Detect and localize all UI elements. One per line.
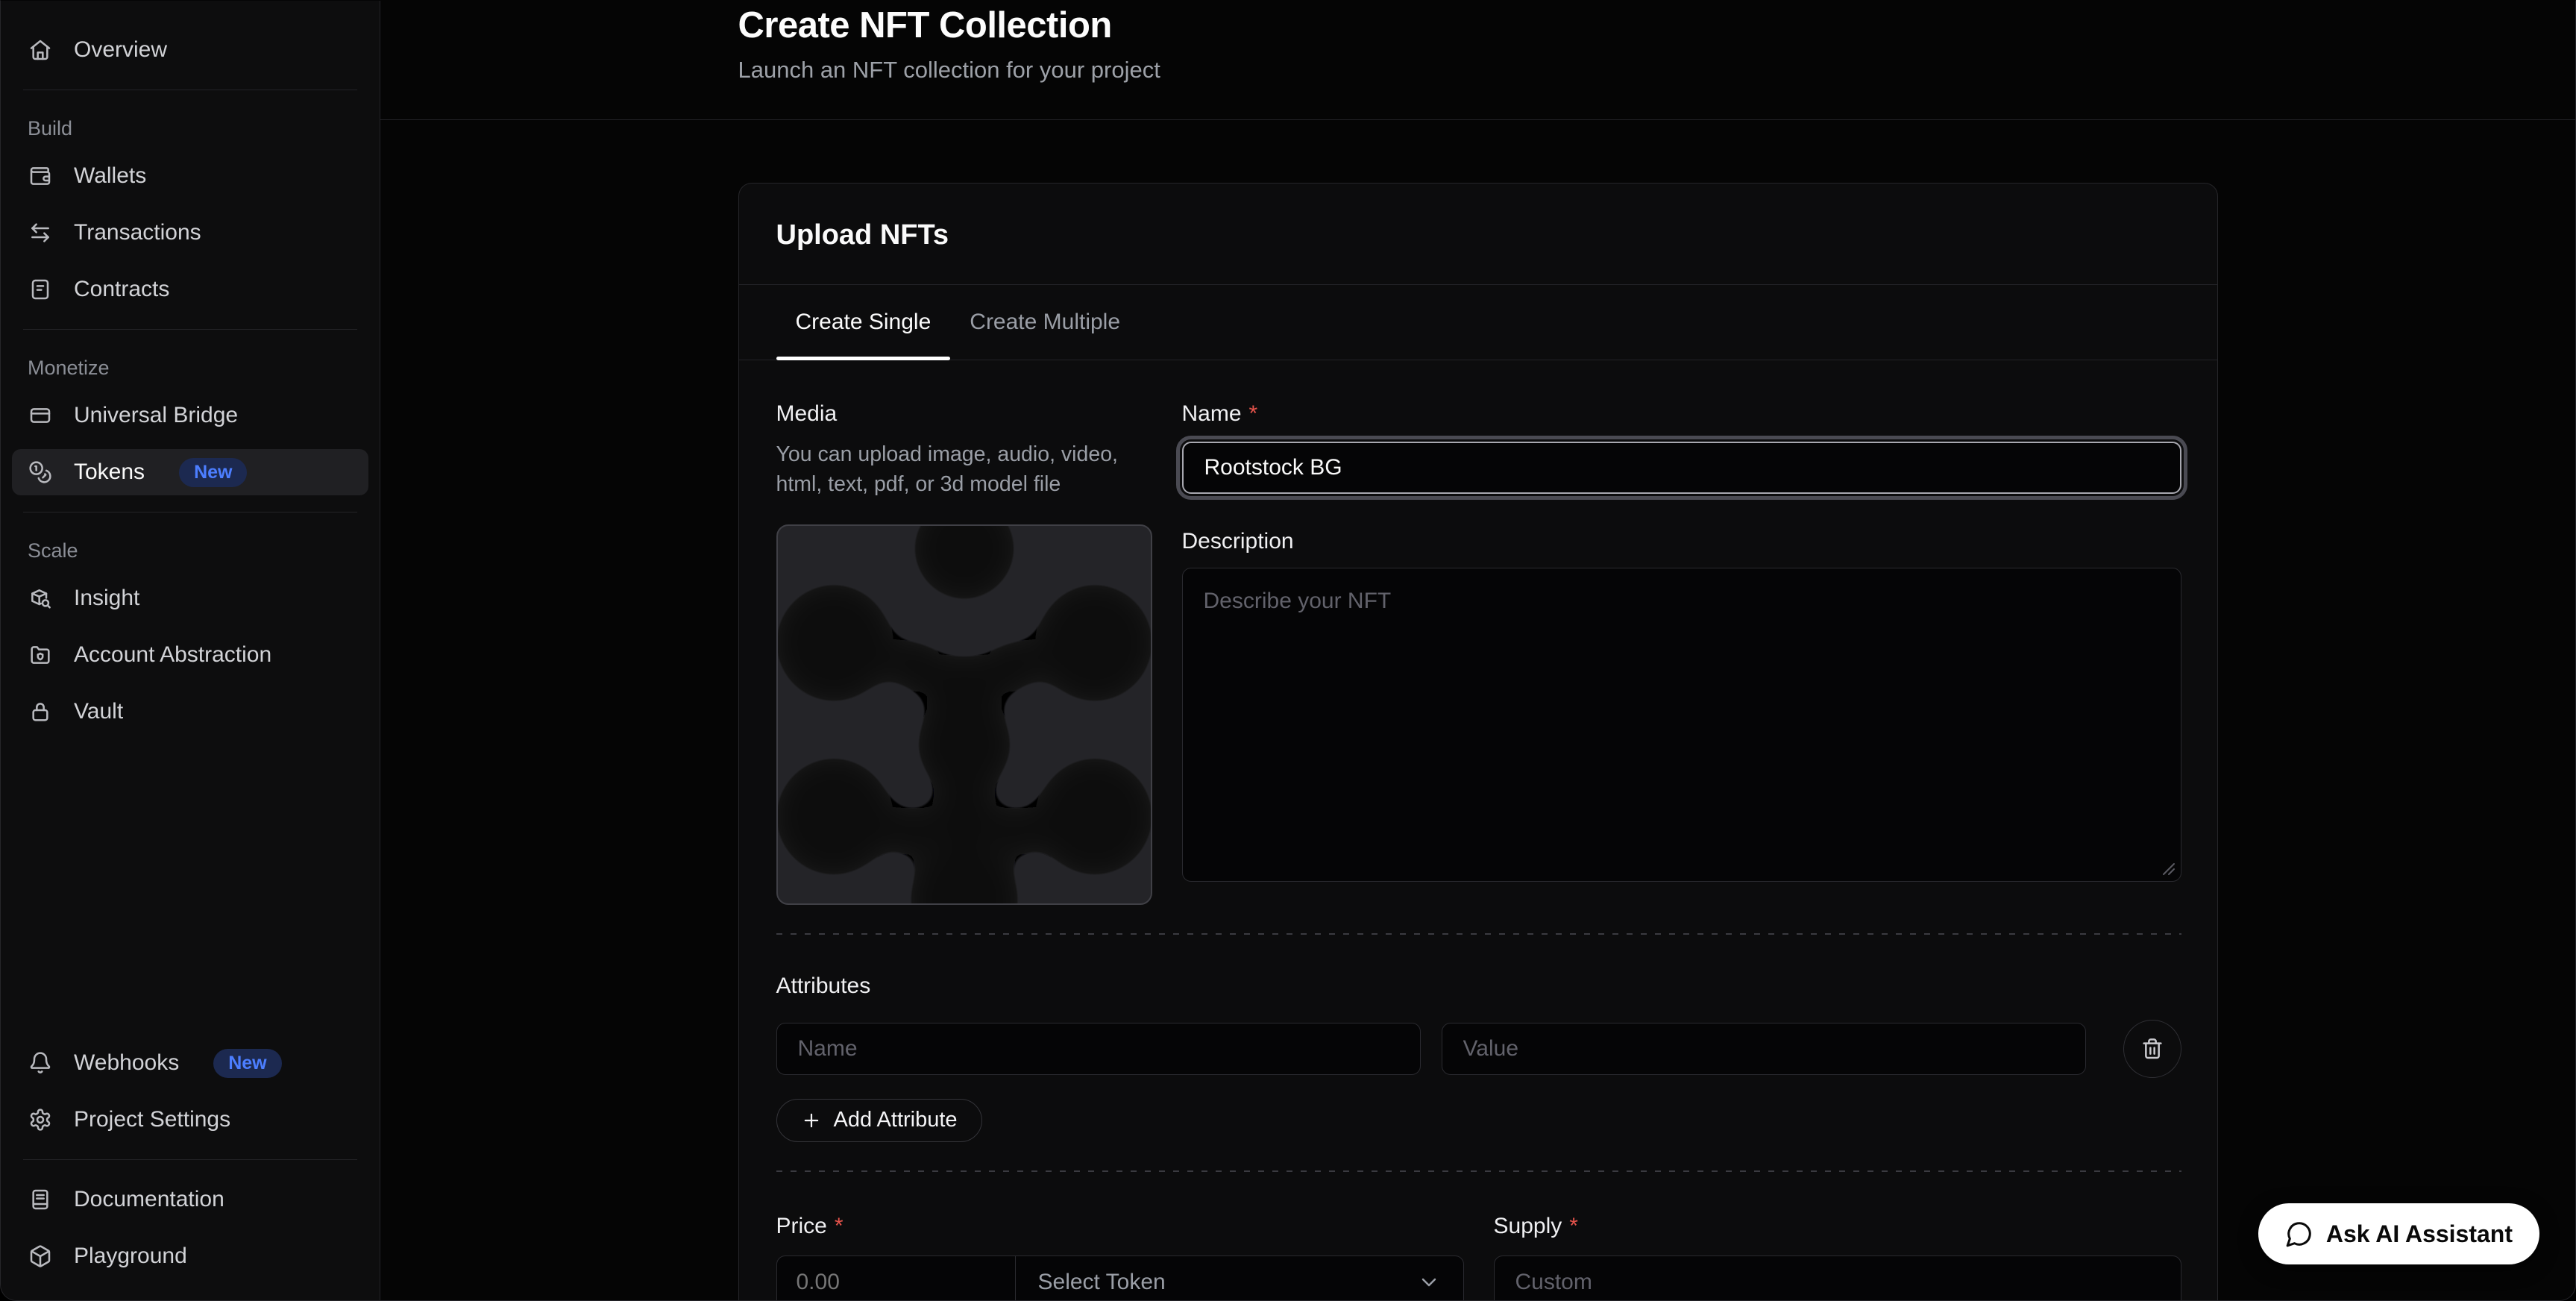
page-header: Create NFT Collection Launch an NFT coll… — [738, 1, 2218, 84]
sidebar-item-label: Webhooks — [74, 1050, 179, 1076]
price-amount-input[interactable] — [777, 1256, 1016, 1300]
supply-field: Supply* — [1494, 1214, 2181, 1300]
price-label: Price* — [776, 1214, 1464, 1239]
bell-icon — [28, 1050, 53, 1076]
sidebar-section-build: Build — [1, 117, 380, 140]
required-marker: * — [835, 1214, 844, 1238]
book-icon — [28, 1187, 53, 1212]
card-title: Upload NFTs — [776, 219, 2180, 251]
sidebar-item-label: Documentation — [74, 1187, 224, 1212]
sidebar-item-account-abstraction[interactable]: Account Abstraction — [12, 632, 368, 678]
main-content: Create NFT Collection Launch an NFT coll… — [380, 1, 2575, 1300]
sidebar-item-wallets[interactable]: Wallets — [12, 153, 368, 199]
cube-icon — [28, 1244, 53, 1269]
name-label: Name* — [1182, 401, 2181, 427]
sidebar-item-label: Tokens — [74, 460, 145, 485]
sidebar-item-label: Vault — [74, 699, 123, 724]
sidebar-spacer — [1, 735, 380, 1040]
sidebar-item-label: Contracts — [74, 277, 169, 302]
nft-description-textarea[interactable] — [1182, 568, 2181, 882]
sidebar-item-label: Project Settings — [74, 1107, 230, 1132]
sidebar-item-universal-bridge[interactable]: Universal Bridge — [12, 392, 368, 439]
chevron-down-icon — [1417, 1270, 1441, 1294]
required-marker: * — [1249, 401, 1258, 426]
tab-create-multiple[interactable]: Create Multiple — [950, 285, 1140, 360]
sidebar-item-overview[interactable]: Overview — [12, 27, 368, 73]
tab-create-single[interactable]: Create Single — [776, 285, 951, 360]
attributes-label: Attributes — [776, 974, 2181, 999]
bridge-card-icon — [28, 403, 53, 428]
nft-name-input[interactable] — [1182, 442, 2181, 494]
coins-icon — [28, 460, 53, 485]
sidebar-item-label: Overview — [74, 37, 167, 63]
folder-shield-icon — [28, 642, 53, 668]
price-field: Price* Select Token — [776, 1214, 1464, 1300]
sidebar-section-monetize: Monetize — [1, 357, 380, 380]
divider — [23, 329, 357, 330]
media-upload-dropzone[interactable] — [776, 524, 1152, 905]
tab-bar: Create Single Create Multiple — [739, 285, 2217, 360]
ask-ai-assistant-button[interactable]: Ask AI Assistant — [2258, 1203, 2539, 1264]
home-icon — [28, 37, 53, 63]
lock-icon — [28, 699, 53, 724]
token-select-dropdown[interactable]: Select Token — [1016, 1256, 1463, 1300]
new-badge: New — [213, 1049, 281, 1078]
card-header: Upload NFTs — [739, 184, 2217, 285]
divider — [23, 1159, 357, 1160]
sidebar-item-label: Playground — [74, 1244, 187, 1269]
attribute-row — [776, 1020, 2181, 1078]
package-search-icon — [28, 586, 53, 611]
sidebar-item-label: Transactions — [74, 220, 201, 245]
card-body: Media You can upload image, audio, video… — [739, 360, 2217, 1300]
required-marker: * — [1569, 1214, 1578, 1238]
sidebar: Overview Build Wallets Transactions Cont… — [1, 1, 380, 1300]
sidebar-item-documentation[interactable]: Documentation — [12, 1176, 368, 1223]
sidebar-item-playground[interactable]: Playground — [12, 1233, 368, 1279]
sidebar-item-transactions[interactable]: Transactions — [12, 210, 368, 256]
arrows-left-right-icon — [28, 220, 53, 245]
add-attribute-button[interactable]: Add Attribute — [776, 1099, 982, 1142]
sidebar-item-label: Account Abstraction — [74, 642, 271, 668]
section-divider — [776, 933, 2181, 935]
attribute-value-input[interactable] — [1442, 1023, 2086, 1075]
delete-attribute-button[interactable] — [2123, 1020, 2181, 1078]
trash-icon — [2140, 1037, 2164, 1061]
wallet-icon — [28, 163, 53, 189]
sidebar-item-webhooks[interactable]: Webhooks New — [12, 1040, 368, 1086]
sidebar-item-label: Universal Bridge — [74, 403, 238, 428]
media-label: Media — [776, 401, 1152, 427]
sidebar-item-contracts[interactable]: Contracts — [12, 266, 368, 313]
price-supply-section: Price* Select Token — [776, 1214, 2181, 1300]
supply-input[interactable] — [1494, 1255, 2181, 1300]
attributes-section: Attributes Add Attribute — [776, 974, 2181, 1142]
sidebar-item-tokens[interactable]: Tokens New — [12, 449, 368, 495]
page-title: Create NFT Collection — [738, 4, 2218, 48]
plus-icon — [801, 1110, 822, 1131]
sidebar-item-insight[interactable]: Insight — [12, 575, 368, 621]
supply-label: Supply* — [1494, 1214, 2181, 1239]
new-badge: New — [179, 458, 247, 487]
sidebar-item-project-settings[interactable]: Project Settings — [12, 1097, 368, 1143]
contract-file-icon — [28, 277, 53, 302]
page-subtitle: Launch an NFT collection for your projec… — [738, 57, 2218, 84]
section-divider — [776, 1170, 2181, 1172]
app-frame: Overview Build Wallets Transactions Cont… — [0, 0, 2576, 1301]
sidebar-section-scale: Scale — [1, 539, 380, 562]
divider — [380, 119, 2575, 120]
media-hint: You can upload image, audio, video, html… — [776, 439, 1139, 499]
sidebar-item-vault[interactable]: Vault — [12, 689, 368, 735]
sidebar-item-label: Wallets — [74, 163, 146, 189]
media-preview-blobs — [778, 526, 1151, 903]
upload-nfts-card: Upload NFTs Create Single Create Multipl… — [738, 183, 2218, 1300]
sidebar-item-label: Insight — [74, 586, 139, 611]
chat-bubble-icon — [2285, 1220, 2313, 1248]
description-label: Description — [1182, 529, 2181, 554]
gear-icon — [28, 1107, 53, 1132]
attribute-name-input[interactable] — [776, 1023, 1421, 1075]
